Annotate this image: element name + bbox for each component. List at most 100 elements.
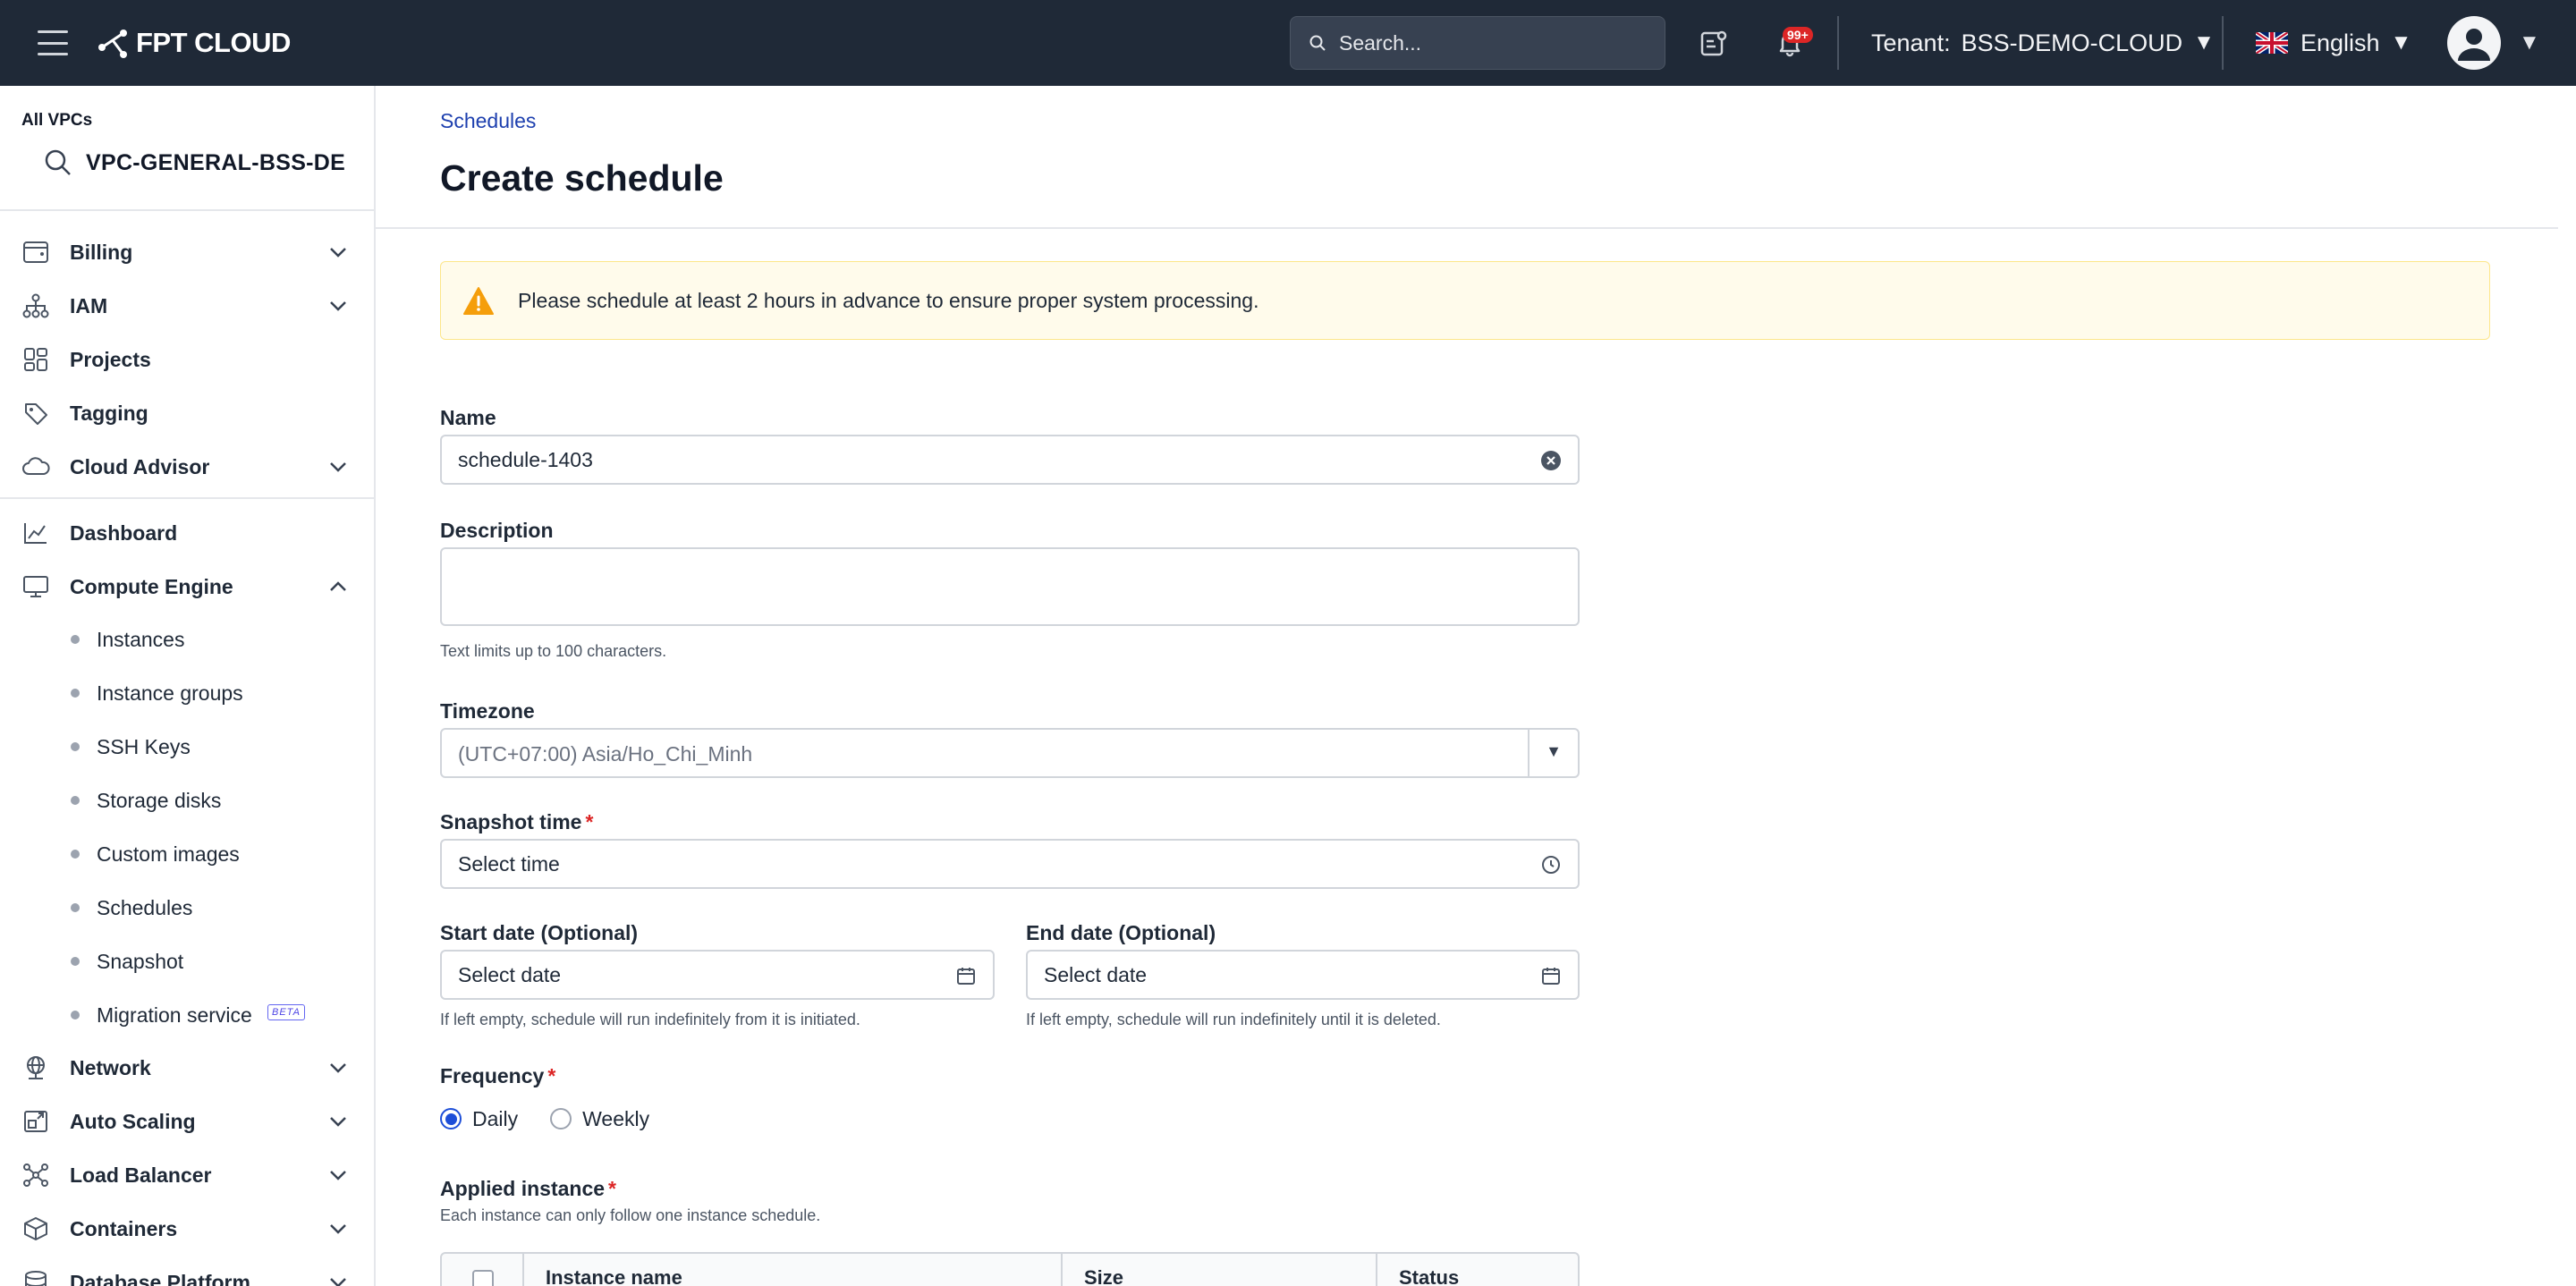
bullet-icon	[71, 957, 80, 966]
sidebar-subitem-label: SSH Keys	[97, 734, 191, 758]
sidebar-item-compute-engine[interactable]: Compute Engine	[0, 562, 374, 612]
sidebar-subitem-custom-images[interactable]: Custom images	[0, 832, 374, 876]
description-field[interactable]	[440, 547, 1580, 626]
description-label: Description	[440, 519, 554, 542]
sidebar-item-billing[interactable]: Billing	[0, 227, 374, 277]
alert-text: Please schedule at least 2 hours in adva…	[518, 288, 1259, 312]
snapshot-time-label: Snapshot time *	[440, 810, 593, 834]
monitor-icon	[21, 573, 50, 600]
top-bar: FPT CLOUD 99+ Tenant: BSS-DEMO-CLOUD ▼ E…	[0, 0, 2576, 86]
column-divider	[1376, 1254, 1377, 1286]
frequency-label: Frequency *	[440, 1064, 555, 1088]
sidebar-item-projects[interactable]: Projects	[0, 334, 374, 385]
wallet-icon	[21, 239, 50, 266]
page-title: Create schedule	[440, 157, 724, 199]
sidebar-item-label: Dashboard	[70, 520, 178, 545]
start-date-help: If left empty, schedule will run indefin…	[440, 1011, 860, 1028]
globe-icon	[21, 1054, 50, 1081]
applied-instance-label-text: Applied instance	[440, 1177, 606, 1200]
column-divider	[522, 1254, 524, 1286]
timezone-select[interactable]: (UTC+07:00) Asia/Ho_Chi_Minh ▼	[440, 728, 1580, 778]
menu-icon[interactable]	[38, 27, 68, 59]
bullet-icon	[71, 635, 80, 644]
chevron-down-icon	[330, 462, 346, 472]
name-field[interactable]	[440, 435, 1580, 485]
start-date-field[interactable]	[440, 950, 995, 1000]
sidebar-subitem-schedules[interactable]: Schedules	[0, 885, 374, 930]
search-icon	[1309, 35, 1326, 51]
sidebar-subitem-instance-groups[interactable]: Instance groups	[0, 671, 374, 715]
database-icon	[21, 1269, 50, 1286]
fpt-cloud-logo[interactable]: FPT CLOUD	[97, 25, 291, 61]
sidebar-subitem-label: Instance groups	[97, 681, 243, 705]
frequency-weekly-radio[interactable]: Weekly	[550, 1107, 649, 1131]
column-divider	[1061, 1254, 1063, 1286]
tenant-label: Tenant:	[1871, 29, 1951, 56]
required-mark: *	[585, 810, 594, 833]
language-value: English	[2301, 29, 2380, 56]
sidebar-item-network[interactable]: Network	[0, 1043, 374, 1093]
sidebar-item-containers[interactable]: Containers	[0, 1204, 374, 1254]
snapshot-time-label-text: Snapshot time	[440, 810, 582, 833]
instance-table-header: Instance name Size Status	[440, 1252, 1580, 1286]
language-selector[interactable]: English ▼	[2256, 27, 2411, 59]
account-card-icon[interactable]	[1696, 25, 1732, 61]
sidebar-item-load-balancer[interactable]: Load Balancer	[0, 1150, 374, 1200]
description-textarea[interactable]	[442, 549, 1578, 624]
sidebar-item-dashboard[interactable]: Dashboard	[0, 508, 374, 558]
start-date-label: Start date (Optional)	[440, 921, 639, 944]
clear-icon[interactable]	[1540, 450, 1562, 471]
sidebar-item-label: Containers	[70, 1216, 178, 1240]
sidebar-item-iam[interactable]: IAM	[0, 281, 374, 331]
caret-down-icon: ▼	[2193, 30, 2215, 55]
sidebar-item-label: Network	[70, 1055, 151, 1079]
frequency-daily-radio[interactable]: Daily	[440, 1107, 518, 1131]
start-date-input[interactable]	[458, 962, 993, 987]
hierarchy-icon	[21, 292, 50, 319]
global-search[interactable]	[1290, 16, 1665, 70]
column-header-status[interactable]: Status	[1399, 1266, 1459, 1286]
sidebar-subitem-snapshot[interactable]: Snapshot	[0, 939, 374, 984]
snapshot-time-field[interactable]	[440, 839, 1580, 889]
header-divider	[2222, 16, 2224, 70]
clock-icon[interactable]	[1540, 854, 1562, 876]
sidebar-item-label: Database Platform	[70, 1270, 250, 1286]
avatar	[2447, 16, 2501, 70]
calendar-icon[interactable]	[1540, 965, 1562, 986]
chevron-down-icon	[330, 1171, 346, 1180]
sidebar-item-auto-scaling[interactable]: Auto Scaling	[0, 1096, 374, 1146]
name-input[interactable]	[458, 447, 1578, 472]
caret-down-icon[interactable]: ▼	[1546, 742, 1562, 761]
vpc-label: All VPCs	[21, 111, 93, 130]
vpc-selector[interactable]: VPC-GENERAL-BSS-DE	[43, 145, 345, 181]
sidebar-subitem-migration-service[interactable]: Migration service BETA	[0, 993, 374, 1037]
sidebar-item-tagging[interactable]: Tagging	[0, 388, 374, 438]
sidebar-subitem-ssh-keys[interactable]: SSH Keys	[0, 724, 374, 769]
notification-badge: 99+	[1783, 27, 1813, 43]
warning-icon	[463, 287, 494, 315]
sidebar-subitem-label: Schedules	[97, 895, 193, 919]
user-menu[interactable]: ▼	[2447, 16, 2540, 70]
column-header-instance-name[interactable]: Instance name	[546, 1266, 682, 1286]
radio-unchecked-icon	[550, 1108, 572, 1129]
bullet-icon	[71, 903, 80, 912]
select-all-checkbox[interactable]	[472, 1270, 494, 1286]
snapshot-time-input[interactable]	[458, 851, 1578, 876]
search-icon	[45, 149, 71, 175]
end-date-field[interactable]	[1026, 950, 1580, 1000]
logo-mark-icon	[98, 30, 127, 58]
grid-icon	[21, 346, 50, 373]
sidebar-item-label: Compute Engine	[70, 574, 233, 598]
sidebar-item-database-platform[interactable]: Database Platform	[0, 1257, 374, 1286]
breadcrumb-schedules[interactable]: Schedules	[440, 109, 536, 133]
sidebar-subitem-storage-disks[interactable]: Storage disks	[0, 778, 374, 823]
sidebar-item-cloud-advisor[interactable]: Cloud Advisor	[0, 442, 374, 492]
end-date-label: End date (Optional)	[1026, 921, 1216, 944]
tenant-selector[interactable]: Tenant: BSS-DEMO-CLOUD ▼	[1871, 27, 2215, 59]
column-header-size[interactable]: Size	[1084, 1266, 1123, 1286]
applied-instance-label: Applied instance *	[440, 1177, 616, 1201]
end-date-input[interactable]	[1044, 962, 1578, 987]
sidebar-subitem-instances[interactable]: Instances	[0, 617, 374, 662]
search-input[interactable]	[1339, 30, 1643, 55]
calendar-icon[interactable]	[955, 965, 977, 986]
